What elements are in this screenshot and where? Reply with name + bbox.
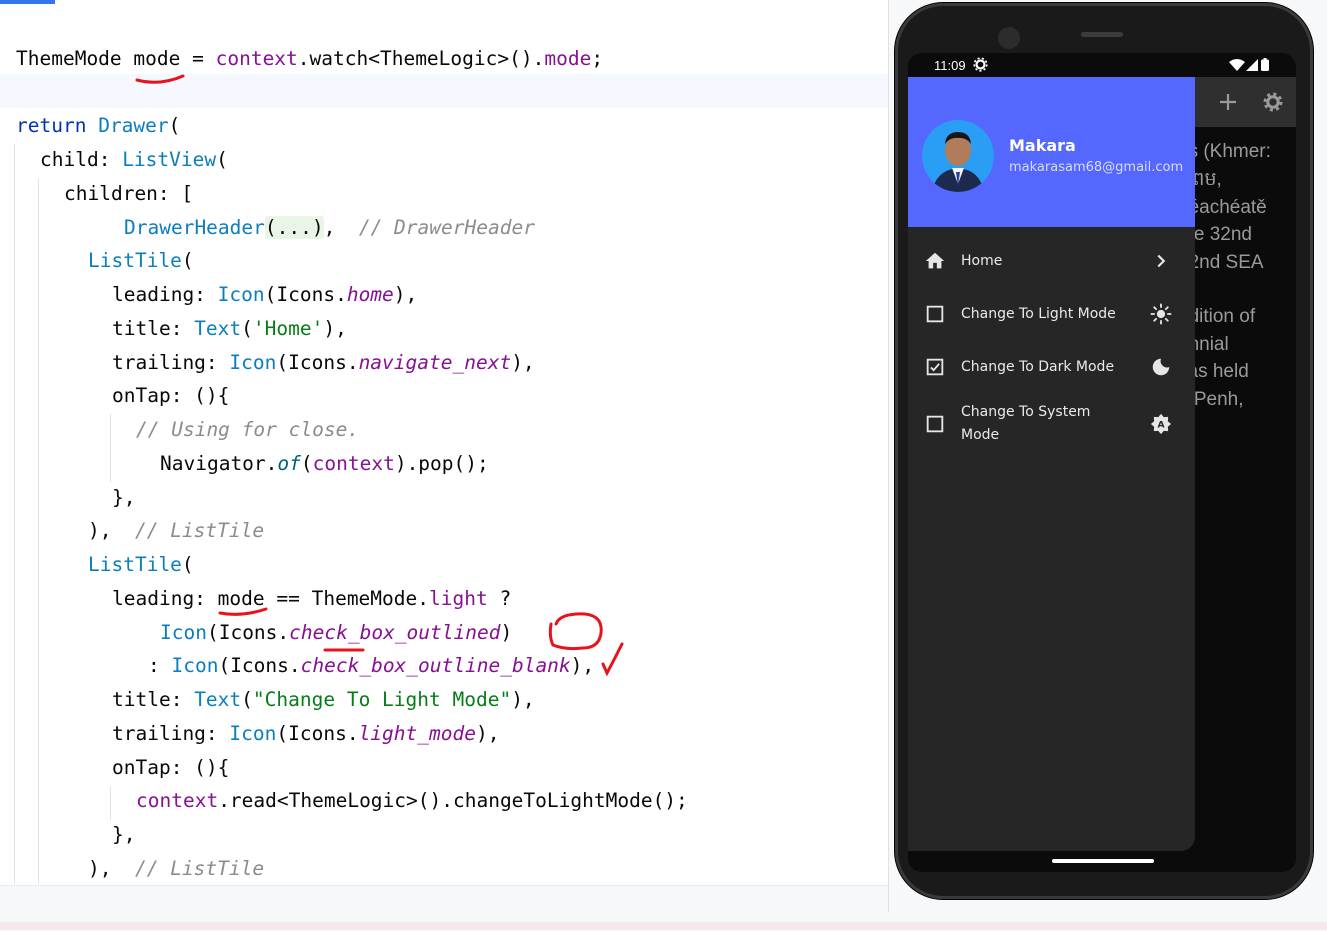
bg-text-line: vas held [1178,361,1249,382]
circle-mark [548,612,603,651]
user-name: Makara [1009,136,1076,155]
battery-icon [1261,58,1269,71]
drawer-item-home[interactable]: Home [908,235,1195,288]
drawer-item-label: Change To Dark Mode [961,359,1115,375]
add-icon[interactable] [1218,92,1238,112]
red-annotations [135,74,624,677]
bg-text-line: n Penh, [1178,389,1244,410]
bg-text-line: ២ពម, [1178,169,1222,190]
underline-mark [135,74,185,84]
drawer-item-label: Change To System Mode [961,404,1091,443]
underline-mark [218,607,268,616]
system-mode-icon: A [1150,413,1172,435]
bg-text-line: s [1178,276,1296,304]
svg-text:A: A [1157,420,1165,431]
settings-icon[interactable] [1263,92,1283,112]
checkbox-checked-icon[interactable] [924,356,946,378]
drawer-item-dark-mode[interactable]: Change To Dark Mode [908,341,1195,394]
camera-icon [998,27,1020,49]
code-editor[interactable]: ThemeMode mode = context.watch<ThemeLogi… [0,0,888,885]
drawer-item-label: Home [961,253,1003,269]
bg-text-line: edition of [1178,306,1256,327]
drawer-item-system-mode[interactable]: Change To System Mode A [908,394,1195,454]
bg-text-line: 32nd SEA [1178,252,1264,273]
wifi-icon [1229,59,1245,71]
settings-notification-icon [973,57,988,72]
check-mark [601,642,624,677]
status-bar: 11:09 [908,53,1296,77]
phone-screen[interactable]: 11:09 es (Khmer: ២ពម, héachéatě the 32nd… [908,53,1296,872]
chevron-right-icon [1157,254,1166,268]
navigation-drawer[interactable]: Makara makarasam68@gmail.com Home Change… [908,77,1195,851]
drawer-item-label: Change To Light Mode [961,306,1116,322]
checkbox-blank-icon[interactable] [924,413,946,435]
status-time: 11:09 [934,58,966,73]
bg-text-line: es (Khmer: [1178,141,1271,162]
bg-text-line: the 32nd [1178,224,1252,245]
system-navigation-bar [908,851,1296,872]
window-bottom-edge [0,922,1327,930]
bg-text-line: ennial [1178,334,1229,355]
home-icon [925,252,945,269]
avatar [922,120,994,192]
home-gesture-bar[interactable] [1052,859,1154,863]
dark-mode-icon [1152,358,1170,376]
bg-text-line: héachéatě [1178,197,1267,218]
signal-icon [1246,59,1258,71]
drawer-header: Makara makarasam68@gmail.com [908,77,1195,227]
profile-photo [932,132,984,192]
light-mode-icon [1150,303,1172,325]
drawer-item-light-mode[interactable]: Change To Light Mode [908,288,1195,341]
speaker-grille [1081,32,1123,37]
checkbox-blank-icon[interactable] [924,303,946,325]
user-email: makarasam68@gmail.com [1009,160,1184,175]
